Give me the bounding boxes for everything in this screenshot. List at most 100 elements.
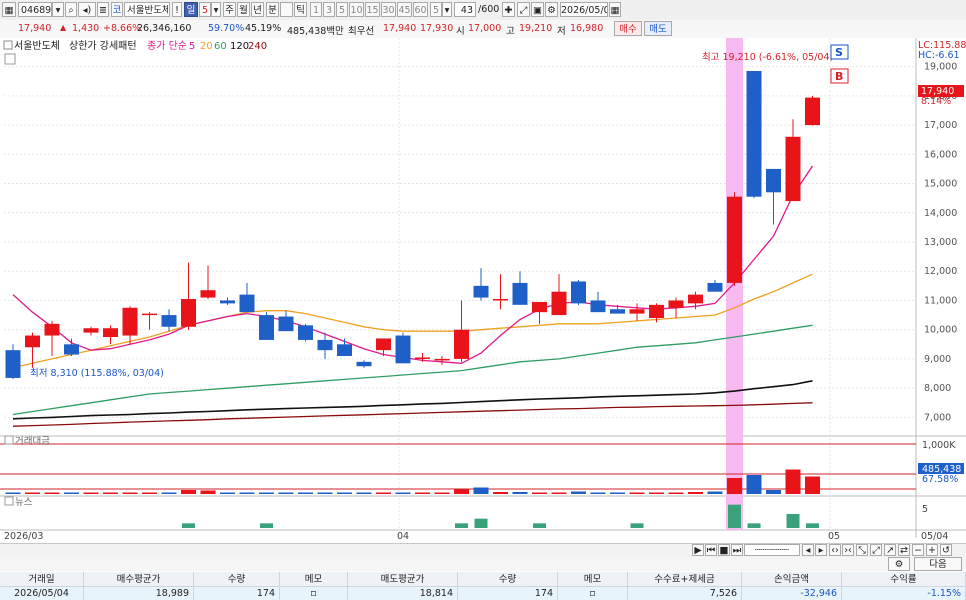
play-icon[interactable]: ▶ [692, 544, 704, 556]
expand-icon[interactable]: ⤡ [856, 544, 868, 556]
candle-body [649, 304, 664, 318]
col-buy-qty: 수량 [194, 572, 280, 587]
stop-icon[interactable]: ■ [718, 544, 730, 556]
date-input[interactable]: 2026/05/04 [560, 2, 608, 17]
volume-bar [317, 492, 333, 494]
cell-buy-qty[interactable]: 174 [194, 587, 280, 600]
reset-icon[interactable]: ↺ [940, 544, 952, 556]
candlestick-chart[interactable]: 7,000 8,000 9,000 10,000 11,000 12,000 13,000 1… [0, 38, 966, 542]
candle-body [200, 290, 216, 298]
price-tick-label: 16,000 [924, 149, 957, 160]
window-menu-icon[interactable]: ▦ [2, 2, 16, 17]
news-bar [455, 523, 468, 528]
period-year-button[interactable]: 년 [251, 2, 264, 17]
candle-body [122, 307, 138, 336]
search-icon[interactable]: ⌕ [65, 2, 77, 17]
cell-sell-memo[interactable]: ▫ [558, 587, 628, 600]
candle-body [629, 309, 645, 314]
settings-icon[interactable]: ⚙ [545, 2, 558, 17]
volume-bar [746, 475, 762, 494]
save-icon[interactable]: ▣ [531, 2, 544, 17]
first-page-icon[interactable]: ⏮ [705, 544, 717, 556]
low-price: 16,980 [570, 23, 604, 34]
interval-60[interactable]: 60 [413, 2, 428, 17]
price-tick-label: 9,000 [924, 354, 951, 365]
cell-sell-qty[interactable]: 174 [458, 587, 558, 600]
buy-button[interactable]: 매수 [614, 21, 642, 36]
cell-buy-avg[interactable]: 18,989 [84, 587, 194, 600]
date-tick-label: 2026/03 [4, 531, 43, 542]
count-max: /600 [478, 4, 500, 15]
cell-buy-memo[interactable]: ▫ [280, 587, 348, 600]
ratio-one: 59.70% [208, 23, 245, 34]
interval-select[interactable]: 5 [430, 2, 442, 17]
legend-ma240: 240 [248, 41, 267, 52]
zoom-in-icon[interactable]: ›‹ [842, 544, 854, 556]
period-day-button[interactable]: 일 [184, 2, 198, 17]
zoom-icon[interactable]: ⤢ [517, 2, 530, 17]
volume-bar [161, 492, 177, 494]
sell-button[interactable]: 매도 [644, 21, 672, 36]
interval-45[interactable]: 45 [397, 2, 412, 17]
period-day-count[interactable]: 5 [199, 2, 211, 17]
candle-body [707, 282, 723, 292]
volume-bar [376, 492, 391, 494]
volume-panel-label: 거래대금 [15, 436, 50, 447]
info-button[interactable]: ! [172, 2, 182, 17]
minimize-icon[interactable]: − [912, 544, 924, 556]
crosshair-icon[interactable]: ✚ [502, 2, 515, 17]
period-dropdown-icon[interactable]: ▾ [211, 2, 221, 17]
interval-3[interactable]: 3 [323, 2, 335, 17]
list-icon[interactable]: ≣ [97, 2, 109, 17]
cell-pnl[interactable]: -32,946 [742, 587, 842, 600]
chart-area[interactable]: 7,000 8,000 9,000 10,000 11,000 12,000 13,000 1… [0, 38, 966, 542]
candle-body [220, 300, 235, 304]
zoom-out-icon[interactable]: ‹› [829, 544, 841, 556]
cell-fees[interactable]: 7,526 [628, 587, 742, 600]
last-page-icon[interactable]: ⏭ [731, 544, 743, 556]
next-button[interactable]: 다음 [914, 557, 962, 571]
candle-body [532, 301, 547, 313]
scroll-slider[interactable]: ┄┄┄┄┄┄ [744, 544, 800, 556]
count-input[interactable]: 43 [454, 2, 476, 17]
interval-5[interactable]: 5 [336, 2, 348, 17]
candle-body [415, 357, 430, 359]
calendar-icon[interactable]: ▦ [609, 2, 621, 17]
fit-icon[interactable]: ⤢ [870, 544, 882, 556]
period-second-button[interactable] [280, 2, 293, 17]
cell-trade-date[interactable]: 2026/05/04 [0, 587, 84, 600]
cell-return[interactable]: -1.15% [842, 587, 966, 600]
memo-icon[interactable]: ▫ [589, 588, 595, 599]
interval-10[interactable]: 10 [349, 2, 364, 17]
price-tick-label: 15,000 [924, 179, 957, 190]
maximize-icon[interactable]: + [926, 544, 938, 556]
arrow-icon[interactable]: ↗ [884, 544, 896, 556]
period-tick-button[interactable]: 틱 [294, 2, 307, 17]
candle-body [259, 315, 274, 340]
scroll-left-icon[interactable]: ◂ [802, 544, 814, 556]
compress-icon[interactable]: ⇄ [898, 544, 910, 556]
candle-body [298, 325, 313, 340]
period-week-button[interactable]: 주 [223, 2, 236, 17]
period-month-button[interactable]: 월 [237, 2, 250, 17]
stock-name-field[interactable]: 서울반도체 [124, 2, 170, 17]
code-dropdown-icon[interactable]: ▾ [52, 2, 64, 17]
stock-code-input[interactable]: 046890 [18, 2, 52, 17]
interval-1[interactable]: 1 [310, 2, 322, 17]
volume-bar [668, 492, 684, 494]
table-settings-icon[interactable]: ⚙ [888, 557, 910, 571]
cell-sell-avg[interactable]: 18,814 [348, 587, 458, 600]
volume-bar [181, 490, 196, 494]
news-bar [182, 523, 195, 528]
interval-30[interactable]: 30 [381, 2, 396, 17]
interval-15[interactable]: 15 [365, 2, 380, 17]
memo-icon[interactable]: ▫ [310, 588, 316, 599]
volume-bar [785, 469, 801, 494]
interval-dropdown-icon[interactable]: ▾ [442, 2, 452, 17]
legend-ma5: 5 [189, 41, 195, 52]
speaker-icon[interactable]: ◂) [78, 2, 96, 17]
period-minute-button[interactable]: 분 [266, 2, 279, 17]
candle-body [805, 97, 820, 126]
scroll-right-icon[interactable]: ▸ [815, 544, 827, 556]
volume-bar [5, 492, 21, 494]
